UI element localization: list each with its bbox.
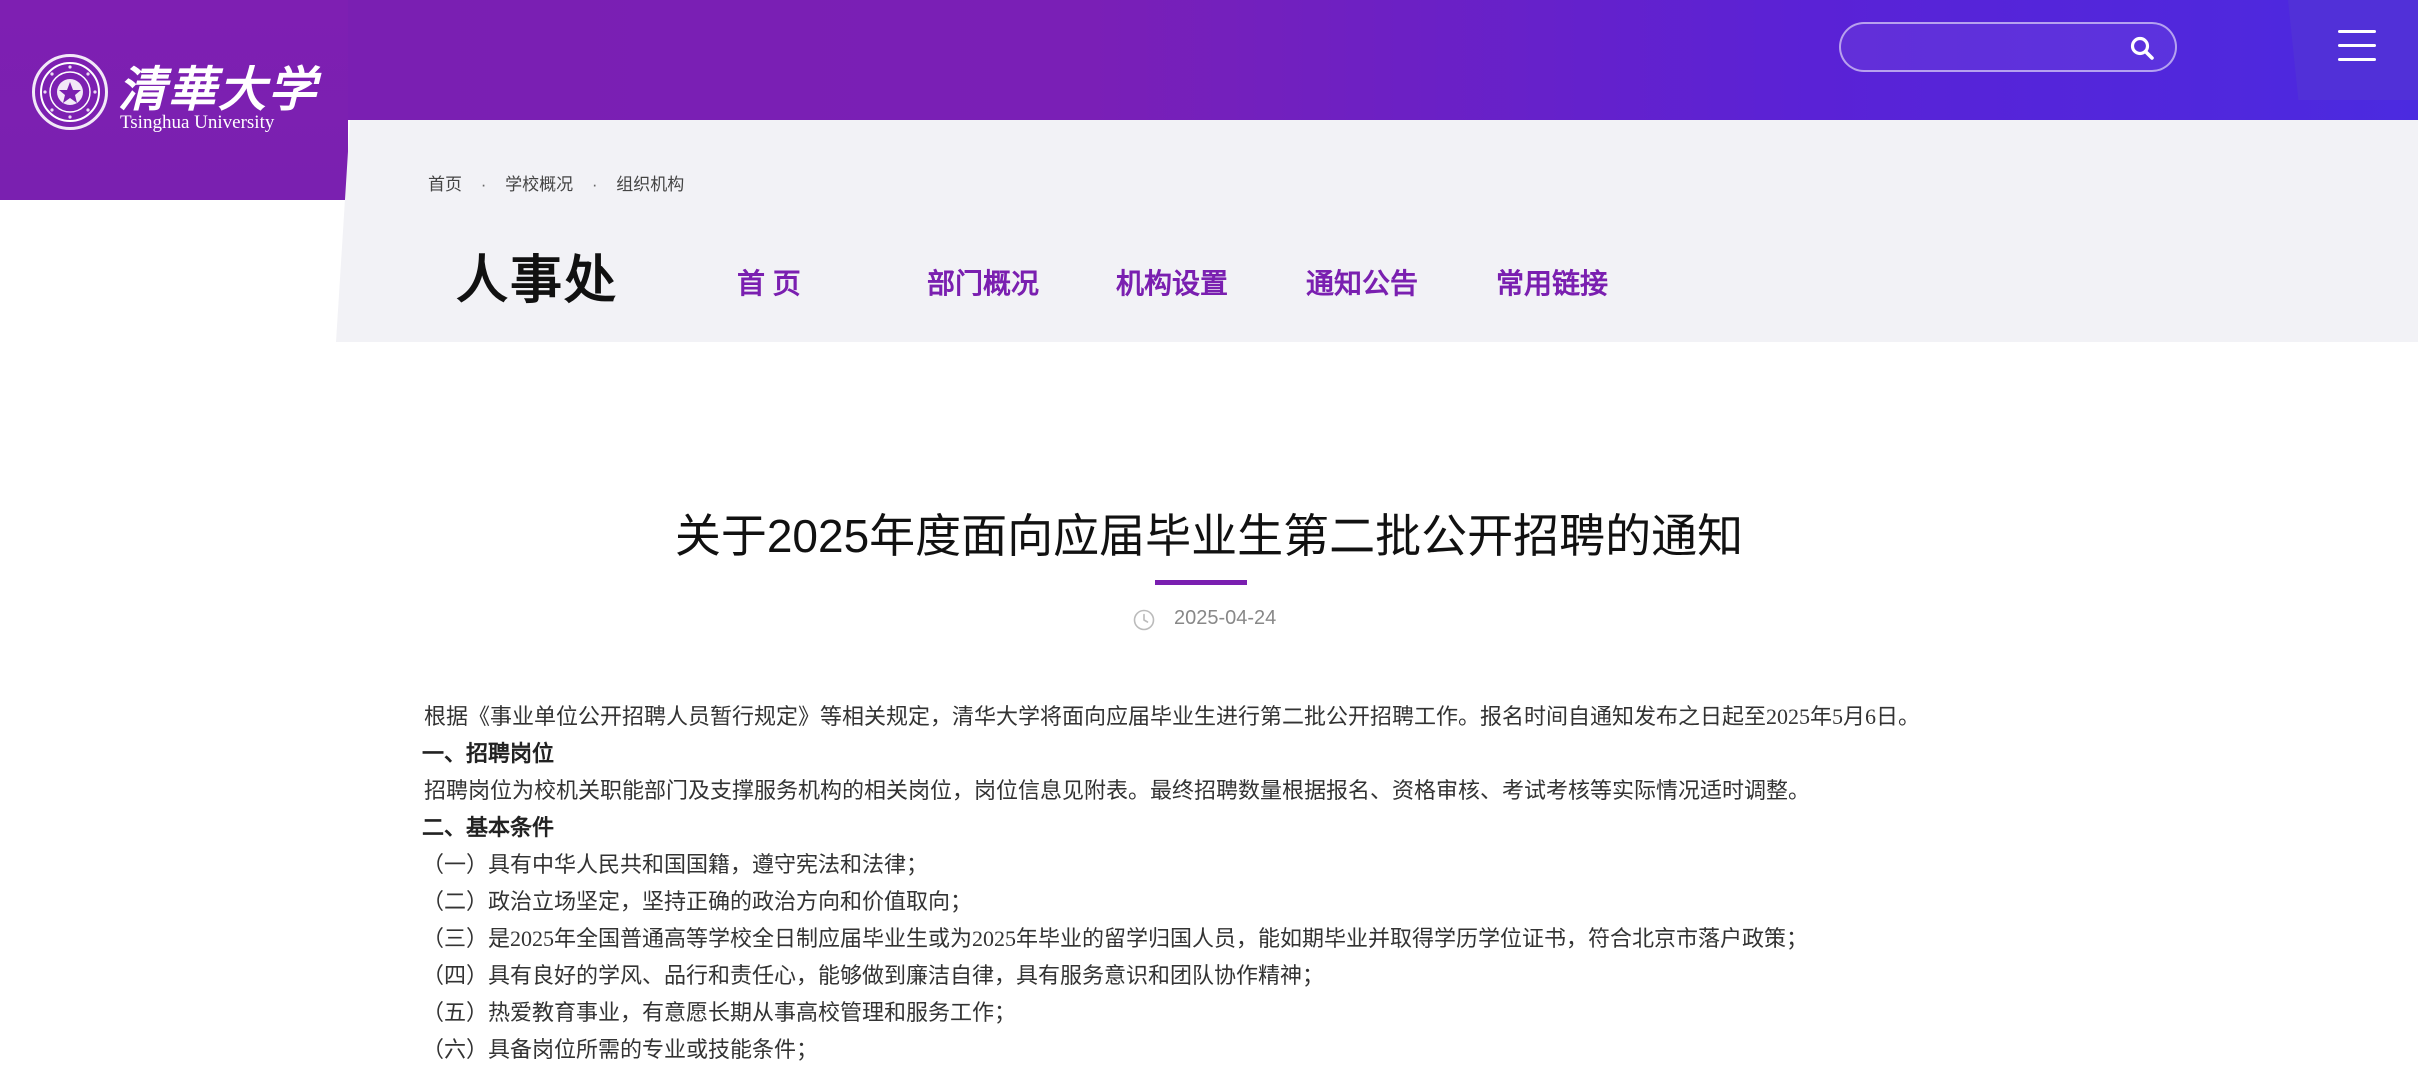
article-body: 根据《事业单位公开招聘人员暂行规定》等相关规定，清华大学将面向应届毕业生进行第二… [380,698,2030,1068]
article-list-item: （五）热爱教育事业，有意愿长期从事高校管理和服务工作； [422,1000,1017,1025]
nav-item-organization[interactable]: 机构设置 [1116,262,1228,302]
breadcrumb-item-overview[interactable]: 学校概况 [505,175,573,194]
article-paragraph: 根据《事业单位公开招聘人员暂行规定》等相关规定，清华大学将面向应届毕业生进行第二… [424,704,1921,729]
department-title: 人事处 [456,252,619,310]
article-list-item: （六）具备岗位所需的专业或技能条件； [422,1037,819,1062]
article-list-item: （三）是2025年全国普通高等学校全日制应届毕业生或为2025年毕业的留学归国人… [422,926,1809,951]
logo-block[interactable]: 清華大学 Tsinghua University [0,0,348,200]
search-box[interactable] [1839,22,2177,72]
article-list-item: （一）具有中华人民共和国国籍，遵守宪法和法律； [422,852,929,877]
tsinghua-seal-icon [32,54,108,130]
breadcrumb: 首页 · 学校概况 · 组织机构 [428,170,698,195]
article-section-heading: 一、招聘岗位 [422,741,555,766]
clock-icon [1133,609,1155,631]
nav-item-links[interactable]: 常用链接 [1496,262,1608,302]
nav-item-department-overview[interactable]: 部门概况 [927,262,1039,302]
search-icon[interactable] [2129,35,2155,61]
nav-item-home[interactable]: 首 页 [737,262,801,302]
breadcrumb-item-home[interactable]: 首页 [428,175,462,194]
breadcrumb-separator: · [480,175,487,194]
nav-item-notices[interactable]: 通知公告 [1306,262,1418,302]
breadcrumb-item-organization[interactable]: 组织机构 [616,175,684,194]
article-section-heading: 二、基本条件 [422,815,555,840]
search-input[interactable] [1859,32,2113,64]
article-date: 2025-04-24 [1174,607,1277,629]
article-paragraph: 招聘岗位为校机关职能部门及支撑服务机构的相关岗位，岗位信息见附表。最终招聘数量根… [424,778,1811,803]
logo-chinese-name: 清華大学 [118,62,319,118]
article-list-item: （二）政治立场坚定，坚持正确的政治方向和价值取向； [422,889,973,914]
logo-english-name: Tsinghua University [120,112,275,133]
article-title: 关于2025年度面向应届毕业生第二批公开招聘的通知 [674,510,1744,562]
breadcrumb-separator: · [591,175,598,194]
department-nav-panel [336,120,2418,342]
title-underline [1155,580,1247,585]
article-list-item: （四）具有良好的学风、品行和责任心，能够做到廉洁自律，具有服务意识和团队协作精神… [422,963,1325,988]
hamburger-menu-icon[interactable] [2338,30,2376,62]
